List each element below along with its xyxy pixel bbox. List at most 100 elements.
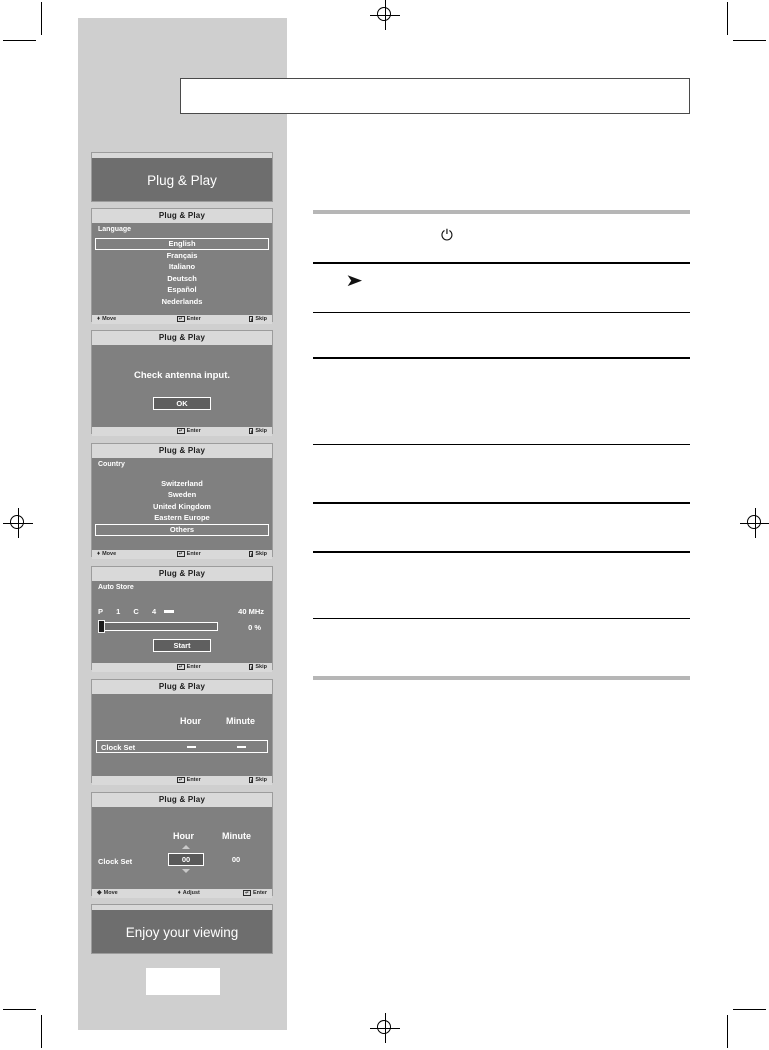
table-row: ⏻ — [313, 214, 690, 262]
crop-mark-bottom-right-h — [733, 1009, 766, 1010]
language-option-nederlands[interactable]: Nederlands — [92, 296, 272, 308]
autostore-channel-row: P 1 C 4 — [98, 606, 175, 616]
enter-key-icon: ↵ — [176, 777, 185, 783]
registration-mark-bottom — [370, 1013, 400, 1043]
footer-enter-label: Enter — [252, 890, 267, 896]
crop-mark-top-right-v — [727, 2, 728, 35]
osd-title: Plug & Play — [92, 209, 272, 223]
osd-body: Auto Store P 1 C 4 40 MHz 0 % Start — [92, 581, 272, 663]
clock-set-label: Clock Set — [98, 856, 133, 866]
crop-mark-top-left-h — [3, 40, 36, 41]
hour-value-field[interactable]: 00 — [168, 852, 204, 866]
increment-arrow-icon[interactable] — [182, 844, 190, 849]
footer-enter[interactable]: ↵ Enter — [155, 551, 223, 557]
menu-bars-icon: ||| — [249, 551, 254, 557]
footer-skip-label: Skip — [255, 428, 267, 434]
country-option-eastern-europe[interactable]: Eastern Europe — [92, 512, 272, 524]
country-option-switzerland[interactable]: Switzerland — [92, 478, 272, 490]
registration-mark-right — [740, 508, 769, 538]
footer-skip-label: Skip — [255, 777, 267, 783]
up-down-arrows-icon: ♦ — [97, 551, 101, 557]
splash-title: Plug & Play — [147, 172, 217, 188]
programme-label: P — [98, 606, 103, 616]
language-option-espanol[interactable]: Español — [92, 284, 272, 296]
footer-enter[interactable]: ↵ Enter — [155, 428, 223, 434]
crop-mark-bottom-left-v — [41, 1015, 42, 1048]
table-row — [313, 504, 690, 551]
enter-key-icon: ↵ — [176, 551, 185, 557]
footer-enter-label: Enter — [186, 551, 201, 557]
crop-mark-bottom-right-v — [727, 1015, 728, 1048]
footer-move-label: Move — [102, 551, 117, 557]
osd-body: Hour Minute Clock Set — [92, 694, 272, 776]
footer-enter-label: Enter — [186, 316, 201, 322]
menu-bars-icon: ||| — [249, 664, 254, 670]
footer-enter[interactable]: ↵ Enter — [155, 777, 223, 783]
language-option-english[interactable]: English — [95, 237, 269, 250]
minute-value-field[interactable]: 00 — [218, 855, 254, 864]
up-down-arrows-icon: ♦ — [97, 316, 101, 322]
autostore-progress-knob[interactable] — [98, 619, 105, 633]
footer-skip-label: Skip — [255, 664, 267, 670]
left-right-arrows-icon: ◆ — [97, 890, 102, 896]
footer-enter[interactable]: ↵ Enter — [223, 890, 267, 896]
hour-column-header: Hour — [173, 830, 194, 841]
channel-dash-icon — [164, 610, 175, 613]
clock-set-row[interactable]: Clock Set — [96, 739, 268, 753]
hour-column-header: Hour — [180, 715, 201, 726]
minute-column-header: Minute — [222, 830, 251, 841]
decrement-arrow-icon[interactable] — [182, 868, 190, 873]
ok-button[interactable]: OK — [153, 396, 211, 410]
footer-enter[interactable]: ↵ Enter — [155, 316, 223, 322]
footer-move[interactable]: ♦ Move — [97, 316, 155, 322]
section-label-country: Country — [98, 460, 125, 468]
footer-skip[interactable]: ||| Skip — [223, 316, 267, 322]
frequency-value: 40 MHz — [238, 606, 264, 616]
programme-value: 1 — [116, 606, 121, 616]
osd-footer: ↵ Enter ||| Skip — [92, 775, 272, 785]
footer-skip[interactable]: ||| Skip — [223, 428, 267, 434]
up-down-arrows-icon: ♦ — [177, 890, 181, 896]
table-row — [313, 553, 690, 618]
osd-clock-set-panel: Plug & Play Hour Minute Clock Set 00 00 … — [91, 792, 273, 898]
osd-title: Plug & Play — [92, 331, 272, 345]
osd-antenna-panel: Plug & Play Check antenna input. OK ↵ En… — [91, 330, 273, 436]
country-option-united-kingdom[interactable]: United Kingdom — [92, 501, 272, 513]
minute-column-header: Minute — [226, 715, 255, 726]
osd-footer: ♦ Move ↵ Enter ||| Skip — [92, 314, 272, 324]
footer-placeholder-box — [146, 968, 220, 995]
enter-key-icon: ↵ — [176, 428, 185, 434]
footer-adjust[interactable]: ♦ Adjust — [155, 890, 223, 896]
footer-enter-label: Enter — [186, 428, 201, 434]
footer-skip[interactable]: ||| Skip — [223, 664, 267, 670]
footer-skip-label: Skip — [255, 551, 267, 557]
country-option-others[interactable]: Others — [95, 523, 269, 536]
osd-splash-panel: Plug & Play — [91, 152, 273, 202]
language-option-italiano[interactable]: Italiano — [92, 261, 272, 273]
footer-skip[interactable]: ||| Skip — [223, 551, 267, 557]
reference-table: ⏻ ➤ — [313, 210, 690, 681]
page-title-box — [180, 78, 690, 114]
table-row — [313, 445, 690, 502]
osd-title: Plug & Play — [92, 793, 272, 807]
footer-move[interactable]: ♦ Move — [97, 551, 155, 557]
language-option-deutsch[interactable]: Deutsch — [92, 273, 272, 285]
osd-footer: ◆ Move ♦ Adjust ↵ Enter — [92, 888, 272, 898]
start-button[interactable]: Start — [153, 638, 211, 652]
osd-enjoy-panel: Enjoy your viewing — [91, 904, 273, 954]
osd-language-panel: Plug & Play Language English Français It… — [91, 208, 273, 324]
footer-move-label: Move — [103, 890, 118, 896]
footer-enter[interactable]: ↵ Enter — [155, 664, 223, 670]
footer-move[interactable]: ◆ Move — [97, 890, 155, 896]
menu-bars-icon: ||| — [249, 316, 254, 322]
footer-skip[interactable]: ||| Skip — [223, 777, 267, 783]
crop-mark-top-right-h — [733, 40, 766, 41]
autostore-progress-bar — [98, 621, 218, 631]
osd-title: Plug & Play — [92, 567, 272, 581]
language-option-francais[interactable]: Français — [92, 250, 272, 262]
hour-value-dash — [187, 745, 196, 748]
power-icon: ⏻ — [441, 227, 453, 244]
country-option-sweden[interactable]: Sweden — [92, 489, 272, 501]
arrow-pointer-icon: ➤ — [345, 270, 364, 290]
osd-body: Language English Français Italiano Deuts… — [92, 223, 272, 315]
